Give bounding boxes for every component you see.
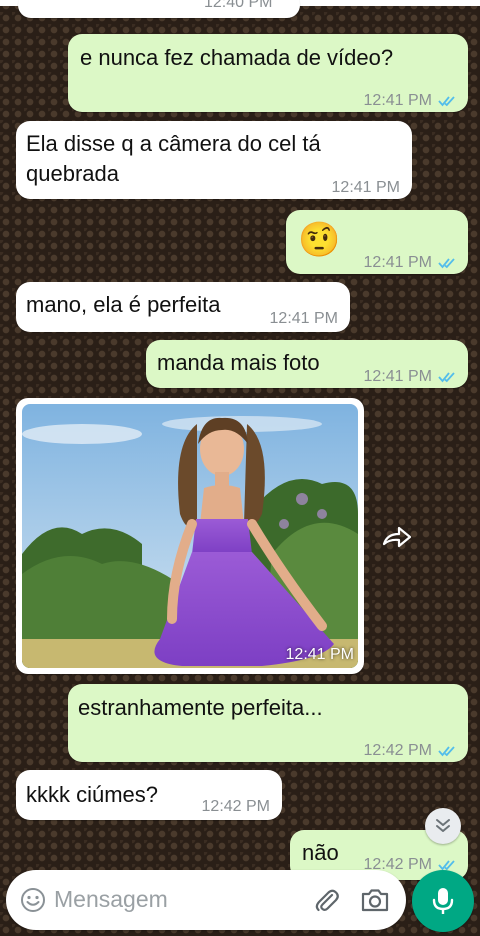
double-check-icon bbox=[438, 372, 455, 383]
message-outgoing-emoji[interactable]: 🤨 12:41 PM bbox=[286, 210, 468, 274]
message-text: não bbox=[302, 840, 339, 865]
message-text: ano 2 meses bbox=[30, 0, 156, 8]
message-incoming-partial[interactable]: ano 2 meses 12:40 PM bbox=[18, 0, 300, 18]
message-incoming-photo[interactable]: 12:41 PM bbox=[16, 398, 364, 674]
message-time: 12:41 PM bbox=[364, 248, 458, 278]
message-text: e nunca fez chamada de vídeo? bbox=[80, 45, 394, 70]
chevron-down-icon bbox=[436, 819, 450, 832]
message-text: manda mais foto bbox=[157, 350, 320, 375]
message-time: 12:41 PM bbox=[269, 310, 338, 327]
message-outgoing[interactable]: manda mais foto 12:41 PM bbox=[146, 340, 468, 388]
double-check-icon bbox=[438, 746, 455, 757]
message-text: estranhamente perfeita... bbox=[78, 695, 323, 720]
message-outgoing[interactable]: estranhamente perfeita... 12:42 PM bbox=[68, 684, 468, 762]
message-input-bar[interactable]: Mensagem bbox=[6, 870, 406, 930]
scroll-to-bottom-button[interactable] bbox=[425, 808, 461, 844]
message-time: 12:42 PM bbox=[364, 736, 458, 766]
camera-icon[interactable] bbox=[360, 886, 390, 914]
emoji-icon[interactable] bbox=[20, 887, 46, 913]
message-time: 12:41 PM bbox=[331, 179, 400, 196]
double-check-icon bbox=[438, 258, 455, 269]
message-incoming[interactable]: kkkk ciúmes? 12:42 PM bbox=[16, 770, 282, 820]
mic-button[interactable] bbox=[412, 870, 474, 932]
message-text: Ela disse q a câmera do cel tá quebrada bbox=[26, 131, 321, 186]
emoji: 🤨 bbox=[298, 221, 341, 259]
message-incoming[interactable]: mano, ela é perfeita 12:41 PM bbox=[16, 282, 350, 332]
paperclip-icon[interactable] bbox=[312, 886, 340, 914]
message-outgoing[interactable]: e nunca fez chamada de vídeo? 12:41 PM bbox=[68, 34, 468, 112]
message-incoming[interactable]: Ela disse q a câmera do cel tá quebrada … bbox=[16, 121, 412, 199]
message-time: 12:41 PM bbox=[285, 646, 354, 663]
message-time: 12:40 PM bbox=[204, 0, 273, 11]
photo-image bbox=[22, 404, 358, 668]
double-check-icon bbox=[438, 96, 455, 107]
photo[interactable] bbox=[22, 404, 358, 668]
mic-icon bbox=[432, 888, 454, 914]
message-time: 12:41 PM bbox=[364, 86, 458, 116]
message-input[interactable]: Mensagem bbox=[54, 886, 168, 913]
message-time: 12:41 PM bbox=[364, 362, 458, 392]
forward-icon[interactable] bbox=[381, 524, 413, 550]
message-text: kkkk ciúmes? bbox=[26, 782, 159, 807]
message-time: 12:42 PM bbox=[201, 798, 270, 815]
message-text: mano, ela é perfeita bbox=[26, 292, 221, 317]
